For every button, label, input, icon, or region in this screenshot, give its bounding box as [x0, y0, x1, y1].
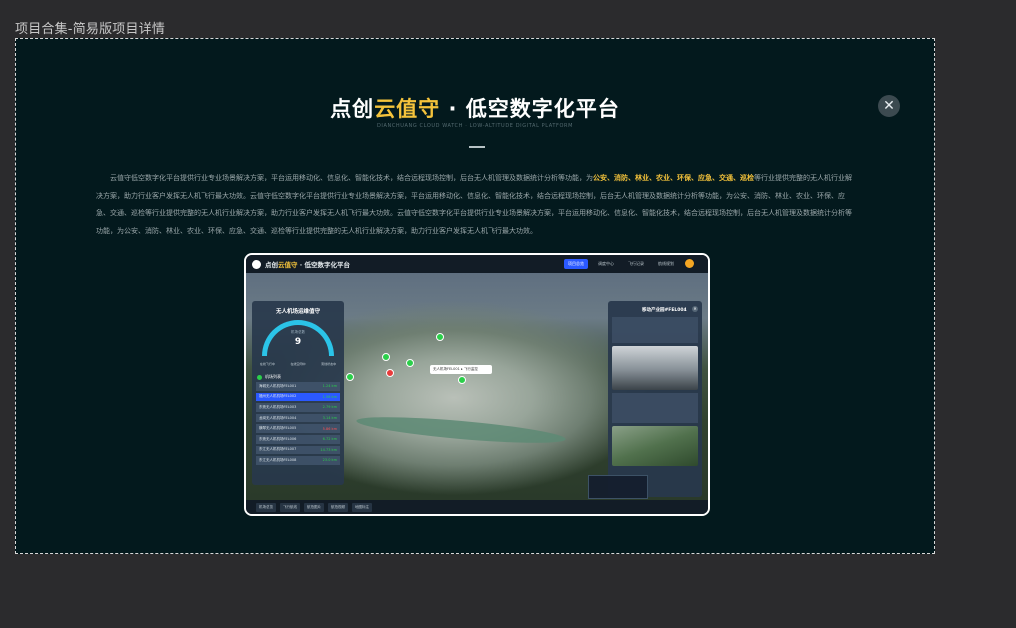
list-item-value: 5.86 km [322, 426, 337, 431]
map-pin-icon [382, 353, 390, 361]
list-item-name: 福州无人机机场FEL002 [259, 394, 297, 399]
list-item-value: 3.14 km [322, 416, 337, 421]
bottom-tab: 机场总览 [256, 502, 276, 512]
list-item: 东莞无人机机场FEL003 2.79 km [256, 403, 340, 412]
description: 云值守低空数字化平台提供行业专业场景解决方案，平台运用移动化、信息化、智能化技术… [96, 170, 858, 240]
gauge-legend: 在线飞行中 在线空闲中 离线状态中 [252, 362, 344, 366]
map-pin-icon [346, 373, 354, 381]
left-panel: 无人机场运维值守 机场总数 9 在线飞行中 在线空闲中 离线状态中 机场列表 海… [252, 301, 344, 485]
title-suffix: · 低空数字化平台 [440, 97, 620, 121]
list-item: 东江无人机机场FEL008 23.0 km [256, 456, 340, 465]
bottom-tab: 飞行航线 [280, 502, 300, 512]
list-item: 东莞无人机机场FEL006 6.72 km [256, 434, 340, 444]
gauge-caption: 机场总数 [291, 330, 305, 334]
project-screenshot[interactable]: 点创云值守 · 低空数字化平台 项目总览 调度中心 飞行记录 航线规划 无人机场… [244, 253, 710, 516]
gauge-value: 9 [294, 337, 302, 347]
video-feed [612, 346, 698, 390]
map-pin-icon [386, 369, 394, 377]
river [355, 411, 567, 449]
nav-item: 飞行记录 [628, 261, 644, 266]
mini-legend [588, 475, 648, 499]
list-item-name: 东莞无人机机场FEL003 [259, 404, 297, 409]
map-pin-icon [406, 359, 414, 367]
app-topbar: 点创云值守 · 低空数字化平台 项目总览 调度中心 飞行记录 航线规划 [246, 255, 708, 273]
list-item-name: 东莞无人机机场FEL006 [259, 436, 297, 441]
frame-label: 项目合集-简易版项目详情 [15, 22, 166, 37]
list-item-name: 东江无人机机场FEL008 [259, 457, 297, 462]
list-header: 机场列表 [252, 374, 344, 380]
app-title-highlight: 云值守 [278, 261, 298, 269]
description-part1: 云值守低空数字化平台提供行业专业场景解决方案，平台运用移动化、信息化、智能化技术… [110, 174, 593, 182]
legend-item: 在线飞行中 [259, 362, 275, 366]
list-item-name: 横琴无人机机场FEL005 [259, 426, 297, 431]
right-panel: 移动产业园#FEL004 ✕ [608, 301, 702, 497]
list-item: 福州无人机机场FEL002 1.56 km [256, 392, 340, 402]
app-logo-icon [252, 259, 261, 269]
list-item-value: 14.73 km [320, 447, 337, 452]
airport-list: 机场列表 海城无人机机场FEL001 1.24 km 福州无人机机场FEL002 1.… [252, 374, 344, 465]
nav-item: 调度中心 [598, 261, 614, 266]
bottom-tab: 航拍图片 [304, 502, 324, 512]
right-panel-title: 移动产业园#FEL004 [642, 308, 687, 313]
list-item-value: 6.72 km [322, 437, 337, 442]
map-pin-icon [458, 376, 466, 384]
map-pin-icon [436, 333, 444, 341]
info-block [612, 317, 698, 343]
description-part2: 等行业提供完整的无人机行业解决方案，助力行业客户发挥无人机飞行最大功效。云值守低… [96, 174, 852, 235]
page-subtitle: DIANCHUANG CLOUD WATCH · LOW-ALTITUDE DI… [376, 123, 574, 129]
list-item-value: 2.79 km [322, 405, 337, 410]
page-title: 点创云值守 · 低空数字化平台 [16, 93, 934, 123]
legend-item: 在线空闲中 [290, 362, 306, 366]
nav-item: 航线规划 [658, 261, 674, 266]
list-item: 龙岗无人机机场FEL004 3.14 km [256, 413, 340, 423]
avatar [685, 259, 694, 268]
title-highlight: 云值守 [374, 97, 441, 121]
list-item-name: 东江无人机机场FEL007 [259, 447, 297, 452]
list-item-value: 1.56 km [322, 394, 337, 399]
app-title-prefix: 点创 [265, 261, 278, 269]
left-panel-title: 无人机场运维值守 [275, 309, 320, 315]
close-icon: ✕ [692, 306, 698, 312]
description-highlight: 公安、消防、林业、农业、环保、应急、交通、巡检 [593, 174, 754, 182]
list-item: 东江无人机机场FEL007 14.73 km [256, 445, 340, 455]
bottom-tab: 地图标注 [352, 502, 372, 512]
title-prefix: 点创 [330, 97, 375, 121]
title-divider [469, 146, 485, 148]
list-item-value: 1.24 km [322, 384, 337, 389]
project-detail-frame: ✕ 点创云值守 · 低空数字化平台 DIANCHUANG CLOUD WATCH… [15, 38, 935, 554]
info-block [612, 393, 698, 423]
list-item: 横琴无人机机场FEL005 5.86 km [256, 424, 340, 433]
list-item-value: 23.0 km [322, 458, 337, 463]
video-feed [612, 426, 698, 466]
app-nav: 项目总览 调度中心 飞行记录 航线规划 [564, 259, 678, 269]
app-title-suffix: · 低空数字化平台 [297, 261, 350, 269]
list-item-name: 龙岗无人机机场FEL004 [259, 415, 297, 420]
list-title: 机场列表 [265, 374, 281, 379]
list-item-name: 海城无人机机场FEL001 [259, 383, 297, 388]
bottom-toolbar: 机场总览 飞行航线 航拍图片 航拍视频 地图标注 [246, 500, 708, 514]
app-title: 点创云值守 · 低空数字化平台 [265, 259, 350, 269]
nav-item: 项目总览 [564, 259, 588, 269]
status-dot-icon [257, 374, 262, 380]
bottom-tab: 航拍视频 [328, 502, 348, 512]
list-item: 海城无人机机场FEL001 1.24 km [256, 382, 340, 391]
map-view: 无人机场FEL001 ▸ 飞行监控 无人机场运维值守 机场总数 9 在线飞行中 … [246, 273, 708, 500]
legend-item: 离线状态中 [321, 362, 337, 366]
gauge: 机场总数 9 [262, 320, 334, 356]
map-callout: 无人机场FEL001 ▸ 飞行监控 [430, 365, 492, 374]
